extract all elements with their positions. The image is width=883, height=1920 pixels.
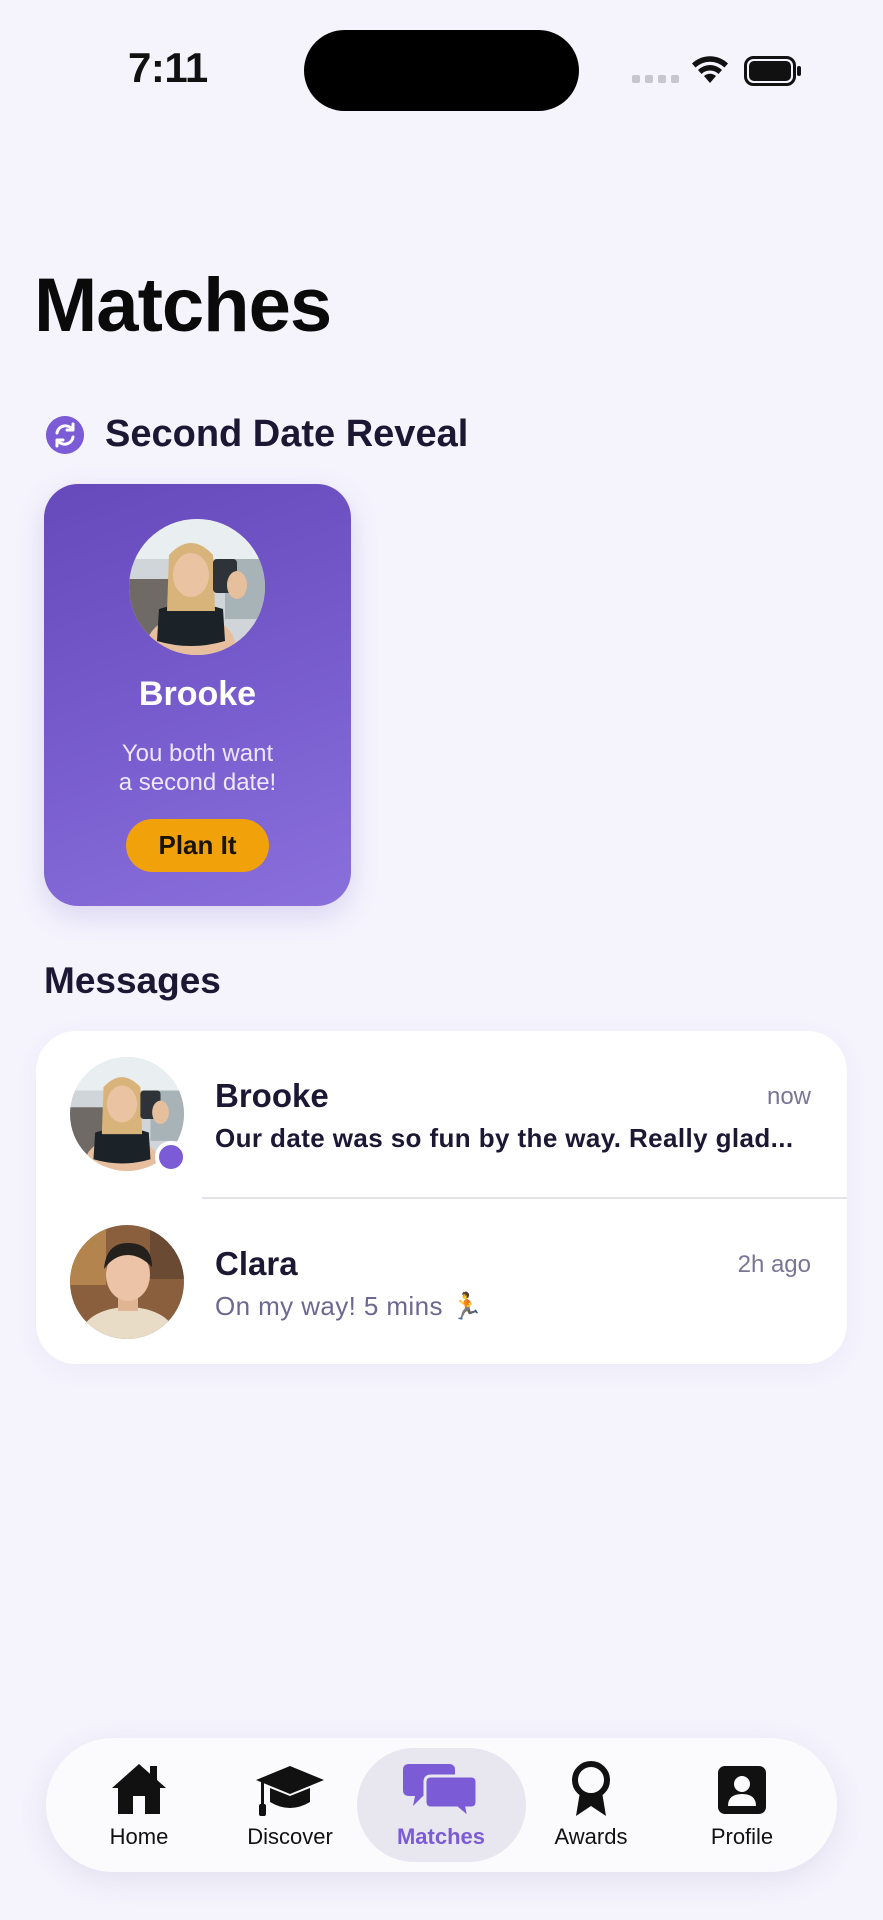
graduation-cap-icon: [256, 1766, 324, 1816]
clara-avatar: [70, 1225, 184, 1339]
message-preview: Our date was so fun by the way. Really g…: [215, 1123, 794, 1153]
wifi-icon: [692, 56, 728, 83]
tab-discover[interactable]: Discover: [215, 1760, 365, 1850]
message-sender-name: Brooke: [215, 1077, 329, 1114]
brooke-avatar: [129, 519, 265, 655]
chat-bubbles-icon: [403, 1764, 479, 1818]
dynamic-island: [304, 30, 579, 111]
tab-awards[interactable]: Awards: [516, 1760, 666, 1850]
tab-home[interactable]: Home: [64, 1760, 214, 1850]
tab-label: Profile: [710, 1824, 774, 1849]
tab-label: Discover: [247, 1824, 333, 1849]
tab-profile[interactable]: Profile: [667, 1760, 817, 1850]
refresh-icon: [46, 416, 84, 454]
cellular-signal-icon: [632, 75, 679, 83]
unread-indicator: [155, 1141, 187, 1173]
message-preview: On my way! 5 mins 🏃: [215, 1291, 484, 1321]
message-timestamp: now: [766, 1083, 811, 1110]
tab-label: Matches: [396, 1824, 486, 1849]
tab-label: Awards: [554, 1824, 628, 1849]
reveal-card-subtitle: You both want a second date!: [60, 739, 335, 797]
message-sender-name: Clara: [215, 1245, 298, 1282]
message-timestamp: 2h ago: [737, 1251, 811, 1278]
tab-matches[interactable]: Matches: [366, 1760, 516, 1850]
section-title-second-date-reveal: Second Date Reveal: [105, 413, 469, 455]
plan-it-button[interactable]: Plan It: [126, 819, 269, 872]
reveal-card-subtitle-line1: You both want: [121, 740, 274, 767]
section-title-messages: Messages: [44, 960, 221, 1001]
home-icon: [112, 1764, 166, 1814]
page-title: Matches: [34, 263, 332, 348]
tab-label: Home: [109, 1824, 169, 1849]
reveal-card-subtitle-line2: a second date!: [118, 769, 277, 796]
status-time: 7:11: [128, 44, 208, 91]
reveal-card-name: Brooke: [138, 675, 257, 713]
profile-card-icon: [718, 1766, 766, 1814]
award-ribbon-icon: [572, 1761, 610, 1816]
battery-icon: [744, 56, 801, 86]
